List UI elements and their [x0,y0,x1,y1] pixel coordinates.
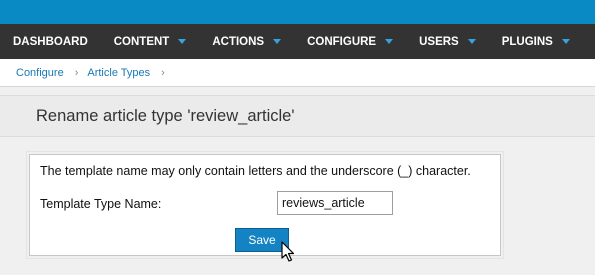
chevron-down-icon [273,39,282,44]
menu-content-label: CONTENT [113,35,170,48]
chevron-right-icon: › [74,66,79,79]
template-type-name-label: Template Type Name: [40,197,162,211]
chevron-right-icon: › [161,66,165,79]
chevron-down-icon [385,39,394,44]
breadcrumb-article-types-link[interactable]: Article Types [87,67,150,79]
menu-users-label: USERS [419,35,459,48]
menu-users[interactable]: USERS [419,36,476,48]
mouse-pointer-icon [281,241,295,262]
menu-actions[interactable]: ACTIONS [212,35,282,48]
menu-actions-label: ACTIONS [212,35,265,48]
menu-dashboard-label: DASHBOARD [13,35,88,48]
menu-plugins[interactable]: PLUGINS [502,36,570,48]
menu-plugins-label: PLUGINS [501,35,553,48]
chevron-down-icon [561,39,570,44]
menu-dashboard[interactable]: DASHBOARD [13,36,88,48]
breadcrumb: Configure › Article Types › [0,59,595,87]
page-title-bar: Rename article type 'review_article' [0,95,595,137]
page-title: Rename article type 'review_article' [36,106,295,125]
template-type-name-input[interactable] [277,191,393,215]
menu-configure[interactable]: CONFIGURE [307,35,394,48]
rename-form-panel: The template name may only contain lette… [26,151,504,259]
chevron-down-icon [178,39,187,44]
breadcrumb-configure-link[interactable]: Configure [16,67,64,79]
menu-configure-label: CONFIGURE [307,35,377,48]
naming-rule-note: The template name may only contain lette… [40,164,471,178]
main-menu-bar: DASHBOARD CONTENT ACTIONS CONFIGURE USER… [0,24,595,59]
top-accent-bar [0,0,595,24]
menu-content[interactable]: CONTENT [114,36,187,48]
chevron-down-icon [467,39,476,44]
